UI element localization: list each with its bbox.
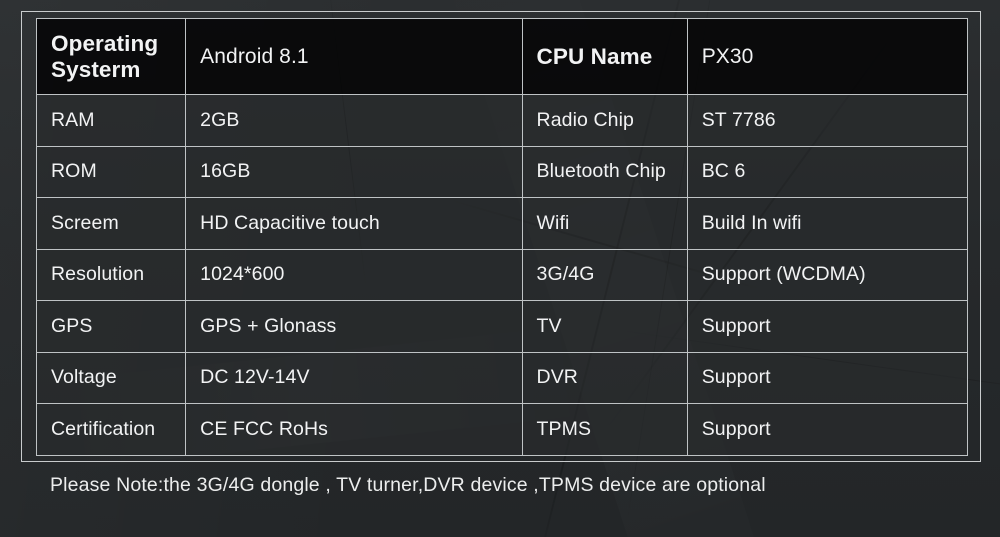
spec-value: Support (WCDMA): [686, 248, 969, 301]
table-row: Voltage DC 12V-14V DVR Support: [35, 351, 969, 404]
spec-label: TPMS: [521, 403, 688, 456]
spec-label: GPS: [35, 300, 187, 353]
spec-label: Certification: [35, 403, 187, 456]
table-header-row: Operating Systerm Android 8.1 CPU Name P…: [35, 18, 969, 95]
table-row: Screem HD Capacitive touch Wifi Build In…: [35, 197, 969, 250]
header-cell-cpu-value: PX30: [686, 18, 969, 95]
header-cell-os-value: Android 8.1: [185, 18, 523, 95]
header-cell-os-label: Operating Systerm: [35, 18, 187, 95]
spec-label: ROM: [35, 145, 187, 198]
table-row: GPS GPS + Glonass TV Support: [35, 300, 969, 353]
spec-value: Support: [686, 403, 969, 456]
table-row: Certification CE FCC RoHs TPMS Support: [35, 403, 969, 456]
spec-value: CE FCC RoHs: [185, 403, 523, 456]
table-row: RAM 2GB Radio Chip ST 7786: [35, 94, 969, 147]
table-row: Resolution 1024*600 3G/4G Support (WCDMA…: [35, 248, 969, 301]
spec-label: Radio Chip: [521, 94, 688, 147]
spec-label: Wifi: [521, 197, 688, 250]
spec-label: TV: [521, 300, 688, 353]
spec-value: 1024*600: [185, 248, 523, 301]
spec-label: Voltage: [35, 351, 187, 404]
spec-label: 3G/4G: [521, 248, 688, 301]
spec-label-text: Bluetooth Chip: [536, 160, 666, 183]
table-body: Operating Systerm Android 8.1 CPU Name P…: [35, 18, 969, 456]
spec-value: 16GB: [185, 145, 523, 198]
spec-value: Build In wifi: [686, 197, 969, 250]
spec-value: ST 7786: [686, 94, 969, 147]
spec-label: DVR: [521, 351, 688, 404]
spec-value: BC 6: [686, 145, 969, 198]
spec-value: Support: [686, 300, 969, 353]
spec-label: Bluetooth Chip: [521, 145, 688, 198]
spec-label: Resolution: [35, 248, 187, 301]
specification-table: Operating Systerm Android 8.1 CPU Name P…: [35, 18, 969, 456]
footer-note: Please Note:the 3G/4G dongle , TV turner…: [50, 474, 766, 496]
spec-value: HD Capacitive touch: [185, 197, 523, 250]
spec-label: RAM: [35, 94, 187, 147]
spec-value: GPS + Glonass: [185, 300, 523, 353]
spec-value: DC 12V-14V: [185, 351, 523, 404]
spec-value: Support: [686, 351, 969, 404]
table-row: ROM 16GB Bluetooth Chip BC 6: [35, 145, 969, 198]
header-cell-cpu-label: CPU Name: [521, 18, 688, 95]
spec-value: 2GB: [185, 94, 523, 147]
spec-label: Screem: [35, 197, 187, 250]
